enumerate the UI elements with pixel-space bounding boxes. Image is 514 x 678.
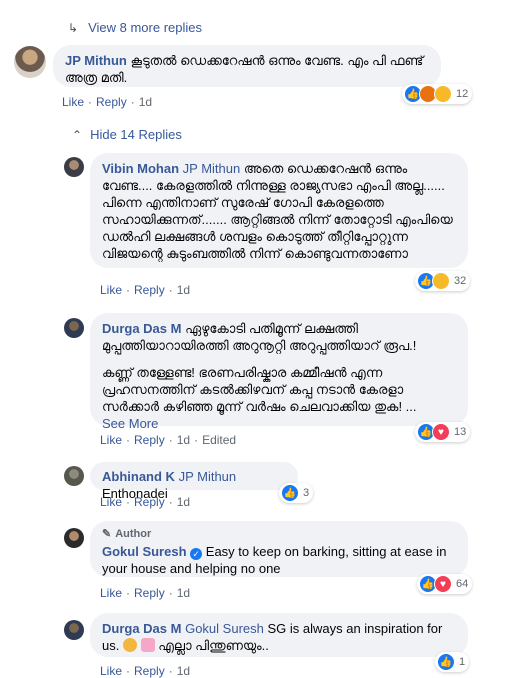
like-button[interactable]: Like — [100, 586, 122, 600]
comment-text-after: എല്ലാ പിന്തുണയും.. — [158, 638, 269, 653]
comment-actions: Like · Reply · 1d — [62, 95, 153, 109]
comment-bubble: Durga Das M Gokul Suresh SG is always an… — [90, 613, 468, 657]
author-badge: ✎ Author — [102, 526, 456, 543]
comment-actions: Like · Reply · 1d — [100, 586, 191, 600]
comment-bubble: Vibin Mohan JP Mithun അതെ ഡെക്കറേഷൻ ഒന്ന… — [90, 153, 468, 268]
sad-reaction-icon — [434, 85, 452, 103]
comment-actions: Like · Reply · 1d · Edited — [100, 433, 237, 447]
comment-bubble: Durga Das M ഏഴുകോടി പതിമൂന്ന് ലക്ഷത്തി മ… — [90, 313, 468, 431]
see-more-link[interactable]: See More — [102, 415, 456, 432]
reaction-count: 13 — [454, 426, 467, 438]
heart-emoji-icon — [140, 638, 155, 652]
commenter-name[interactable]: Abhinand K — [102, 469, 175, 484]
like-reaction-icon: 👍 — [281, 484, 299, 502]
comment-text-second: കണ്ണ് തള്ളേണ്ട! ഭരണപരിഷ്കാര കമ്മീഷൻ എന്ന… — [102, 365, 417, 414]
hide-replies-link[interactable]: ⌃ Hide 14 Replies — [72, 127, 182, 142]
chevron-up-icon: ⌃ — [72, 127, 83, 142]
like-button[interactable]: Like — [100, 433, 122, 447]
timestamp[interactable]: 1d — [177, 283, 190, 297]
reply-button[interactable]: Reply — [96, 95, 127, 109]
comment-actions: Like · Reply · 1d — [100, 664, 191, 678]
timestamp[interactable]: 1d — [177, 495, 190, 509]
love-reaction-icon: ♥ — [434, 575, 452, 593]
like-button[interactable]: Like — [100, 283, 122, 297]
edited-label[interactable]: Edited — [202, 433, 236, 447]
reaction-count: 3 — [303, 487, 310, 499]
reply-button[interactable]: Reply — [134, 664, 165, 678]
commenter-name[interactable]: Vibin Mohan — [102, 161, 179, 176]
like-button[interactable]: Like — [100, 495, 122, 509]
like-button[interactable]: Like — [62, 95, 84, 109]
reply-button[interactable]: Reply — [134, 433, 165, 447]
clapping-hands-emoji-icon — [122, 638, 137, 652]
verified-badge-icon: ✓ — [190, 548, 203, 560]
reaction-summary[interactable]: 👍 32 — [415, 271, 471, 291]
timestamp[interactable]: 1d — [177, 664, 190, 678]
commenter-name[interactable]: Gokul Suresh — [102, 544, 187, 559]
reply-arrow-icon: ↳ — [68, 20, 79, 35]
love-reaction-icon: ♥ — [432, 423, 450, 441]
comment-actions: Like · Reply · 1d — [100, 283, 191, 297]
reaction-summary[interactable]: 👍 3 — [279, 483, 314, 503]
reaction-summary[interactable]: 👍 ♥ 64 — [417, 574, 473, 594]
commenter-name[interactable]: JP Mithun — [65, 53, 127, 68]
avatar[interactable] — [64, 157, 84, 177]
timestamp[interactable]: 1d — [139, 95, 152, 109]
avatar[interactable] — [64, 620, 84, 640]
avatar[interactable] — [64, 528, 84, 548]
reaction-count: 32 — [454, 275, 467, 287]
view-more-replies-link[interactable]: ↳ View 8 more replies — [68, 20, 202, 35]
avatar[interactable] — [64, 466, 84, 486]
commenter-name[interactable]: Durga Das M — [102, 621, 181, 636]
timestamp[interactable]: 1d — [177, 586, 190, 600]
reaction-summary[interactable]: 👍 ♥ 13 — [415, 422, 471, 442]
reply-button[interactable]: Reply — [134, 495, 165, 509]
reaction-count: 64 — [456, 578, 469, 590]
comment-bubble: ✎ Author Gokul Suresh ✓ Easy to keep on … — [90, 521, 468, 577]
reply-button[interactable]: Reply — [134, 586, 165, 600]
comment-actions: Like · Reply · 1d — [100, 495, 191, 509]
reply-button[interactable]: Reply — [134, 283, 165, 297]
mention-link[interactable]: JP Mithun — [183, 161, 241, 176]
haha-reaction-icon — [432, 272, 450, 290]
comment-bubble: Abhinand K JP Mithun Enthonadei — [90, 462, 298, 501]
timestamp[interactable]: 1d — [177, 433, 190, 447]
avatar[interactable] — [64, 318, 84, 338]
reaction-summary[interactable]: 👍 12 — [402, 84, 473, 104]
comment-bubble: JP Mithun കൂടുതൽ ഡെക്കറേഷൻ ഒന്നും വേണ്ട.… — [53, 45, 441, 87]
avatar[interactable] — [14, 46, 46, 78]
commenter-name[interactable]: Durga Das M — [102, 321, 181, 336]
like-reaction-icon: 👍 — [437, 653, 455, 671]
comment-text: അതെ ഡെക്കറേഷൻ ഒന്നും വേണ്ട.... കേരളത്തിൽ… — [102, 161, 453, 261]
mention-link[interactable]: Gokul Suresh — [185, 621, 264, 636]
reaction-count: 12 — [456, 88, 469, 100]
like-button[interactable]: Like — [100, 664, 122, 678]
view-more-replies-label: View 8 more replies — [88, 20, 202, 35]
reaction-summary[interactable]: 👍 1 — [435, 652, 470, 672]
hide-replies-label: Hide 14 Replies — [90, 127, 182, 142]
reaction-count: 1 — [459, 656, 466, 668]
author-badge-label: Author — [115, 528, 152, 540]
mention-link[interactable]: JP Mithun — [179, 469, 237, 484]
pencil-icon: ✎ — [102, 528, 112, 540]
